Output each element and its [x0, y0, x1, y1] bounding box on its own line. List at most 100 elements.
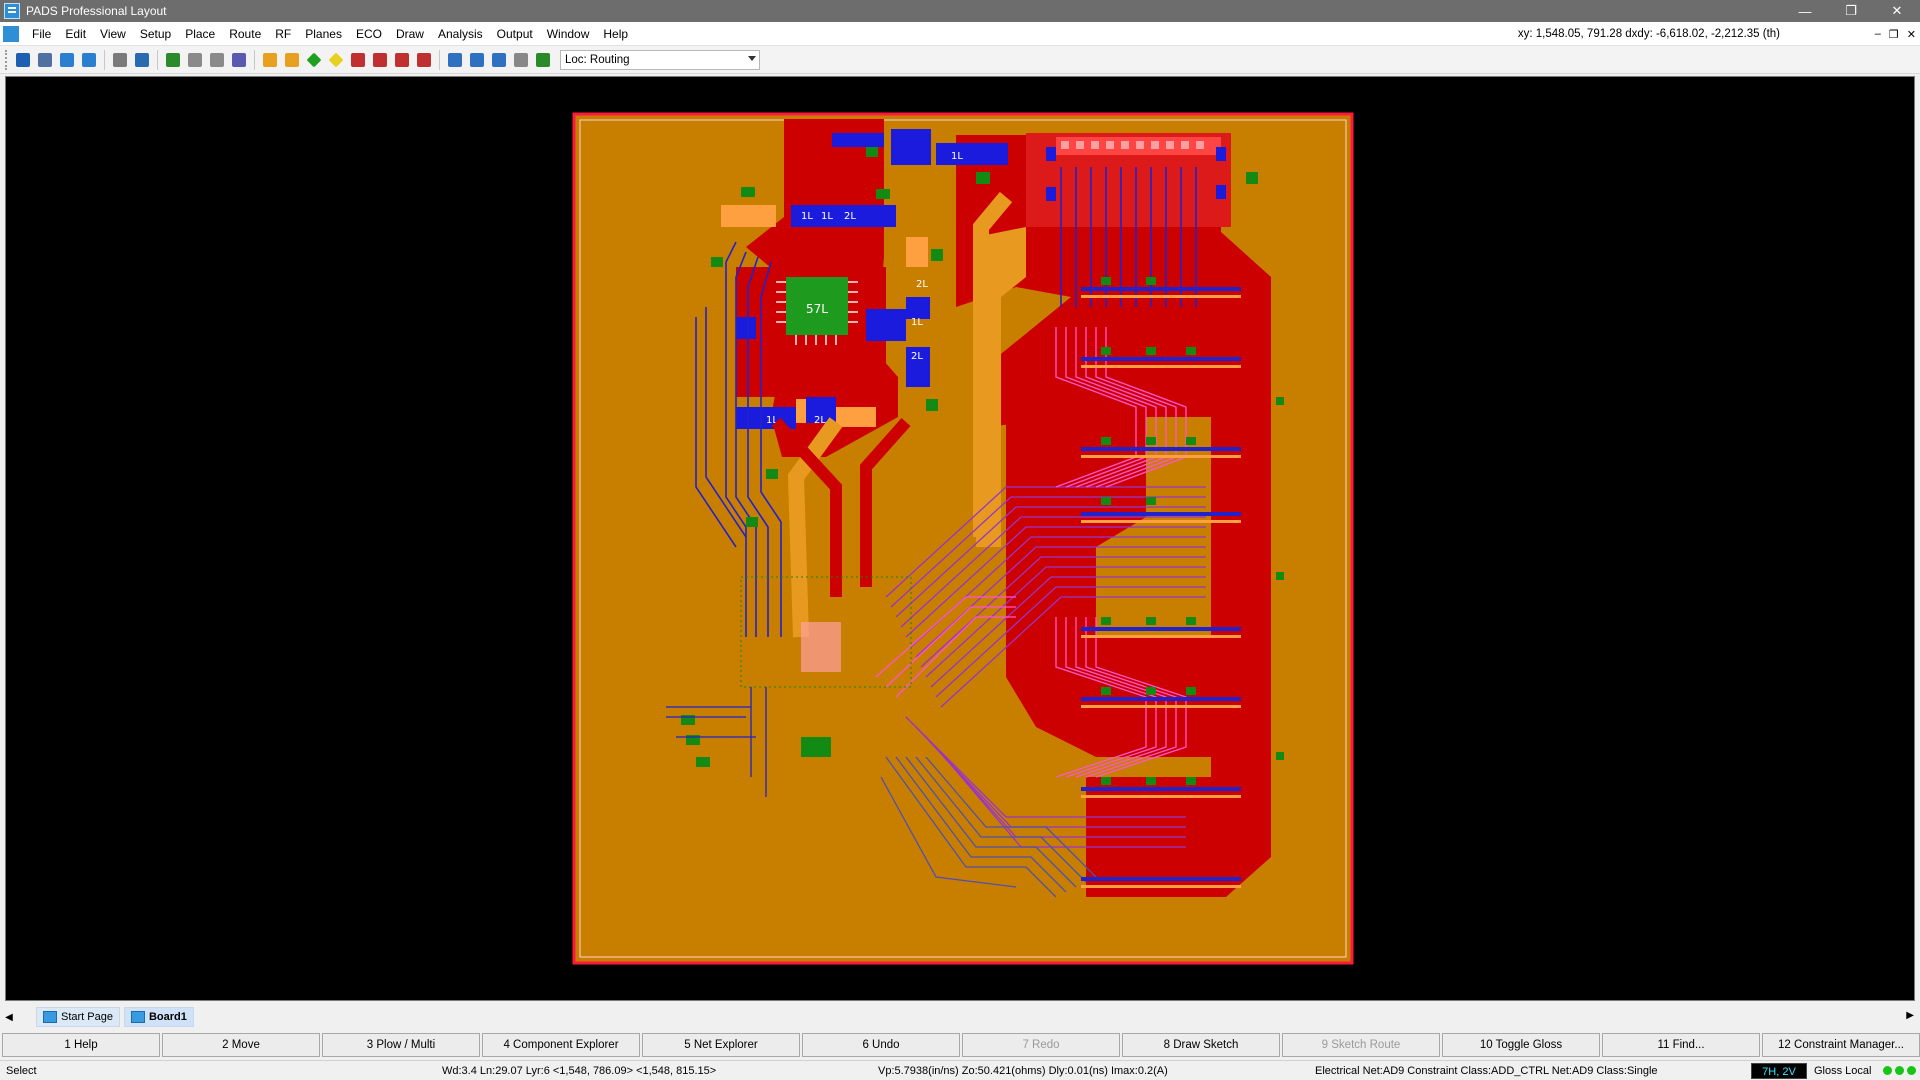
- pad-orange-2: [906, 237, 928, 267]
- tab-scroll-right-icon[interactable]: ▶: [1906, 1010, 1914, 1021]
- menu-edit[interactable]: Edit: [58, 22, 93, 46]
- start-page-icon: [43, 1011, 57, 1023]
- document-tab-bar: ◀ Start Page Board1 ▶: [0, 1004, 1920, 1030]
- menu-setup[interactable]: Setup: [133, 22, 178, 46]
- document-icon[interactable]: [3, 25, 19, 42]
- verify-button[interactable]: [533, 50, 553, 70]
- restore-button[interactable]: ❐: [1828, 0, 1874, 22]
- fkey-6-button[interactable]: 6 Undo: [802, 1033, 960, 1057]
- rev-button[interactable]: [392, 50, 412, 70]
- drc-icon: [351, 52, 365, 67]
- menu-rf[interactable]: RF: [268, 22, 298, 46]
- fkey-7-button[interactable]: 7 Redo: [962, 1033, 1120, 1057]
- print-icon: [514, 52, 528, 67]
- header-connector: [1056, 137, 1221, 155]
- fkey-1-button[interactable]: 1 Help: [2, 1033, 160, 1057]
- menu-place[interactable]: Place: [178, 22, 222, 46]
- chevron-down-icon: [748, 55, 756, 61]
- select-icon: [492, 52, 506, 67]
- menu-draw[interactable]: Draw: [389, 22, 431, 46]
- menu-route[interactable]: Route: [222, 22, 268, 46]
- mdi-close-button[interactable]: ✕: [1907, 28, 1916, 41]
- drc-diamond-button[interactable]: [304, 50, 324, 70]
- fkey-11-button[interactable]: 11 Find...: [1602, 1033, 1760, 1057]
- fkey-3-button[interactable]: 3 Plow / Multi: [322, 1033, 480, 1057]
- layer-indicator[interactable]: 7H, 2V: [1751, 1063, 1807, 1079]
- menu-window[interactable]: Window: [540, 22, 597, 46]
- locale-select[interactable]: Loc: Routing: [560, 49, 760, 70]
- pad-orange-1: [721, 205, 776, 227]
- move-button[interactable]: [132, 50, 152, 70]
- undo-button[interactable]: [57, 50, 77, 70]
- plow-button[interactable]: [207, 50, 227, 70]
- menu-analysis[interactable]: Analysis: [431, 22, 490, 46]
- status-net: Electrical Net:AD9 Constraint Class:ADD_…: [1315, 1065, 1658, 1077]
- rev-icon: [395, 52, 409, 67]
- pcb-canvas[interactable]: 57L 2L 1L 1L 2L 2L 1L 1L 2L 1L: [5, 76, 1915, 1001]
- menu-view[interactable]: View: [93, 22, 133, 46]
- route-button[interactable]: [185, 50, 205, 70]
- warning-diamond-button[interactable]: [326, 50, 346, 70]
- fkey-5-button[interactable]: 5 Net Explorer: [642, 1033, 800, 1057]
- fkey-8-button[interactable]: 8 Draw Sketch: [1122, 1033, 1280, 1057]
- menu-file[interactable]: File: [25, 22, 58, 46]
- tune-button[interactable]: [282, 50, 302, 70]
- status-bar: Select Wd:3.4 Ln:29.07 Lyr:6 <1,548, 786…: [0, 1060, 1920, 1080]
- close-button[interactable]: ✕: [1874, 0, 1920, 22]
- fkey-4-button[interactable]: 4 Component Explorer: [482, 1033, 640, 1057]
- warning-diamond-icon: [328, 52, 344, 67]
- check-button[interactable]: [370, 50, 390, 70]
- zoom-button[interactable]: [445, 50, 465, 70]
- menu-eco[interactable]: ECO: [349, 22, 389, 46]
- menu-bar: File Edit View Setup Place Route RF Planes ECO Dr…: [0, 22, 1920, 46]
- save-button[interactable]: [13, 50, 33, 70]
- ref-label: 2L: [911, 351, 923, 362]
- board-outline-button[interactable]: [163, 50, 183, 70]
- menu-output[interactable]: Output: [490, 22, 540, 46]
- status-cursor: Wd:3.4 Ln:29.07 Lyr:6 <1,548, 786.09> <1…: [442, 1065, 717, 1077]
- find-icon: [38, 52, 52, 67]
- fkey-9-button[interactable]: 9 Sketch Route: [1282, 1033, 1440, 1057]
- status-led-icon: [1883, 1066, 1892, 1075]
- mdi-minimize-button[interactable]: –: [1875, 28, 1881, 41]
- select-button[interactable]: [489, 50, 509, 70]
- app-icon: [4, 3, 20, 19]
- minimize-button[interactable]: —: [1782, 0, 1828, 22]
- tab-board1[interactable]: Board1: [123, 1007, 194, 1027]
- print-button[interactable]: [511, 50, 531, 70]
- toolbar-separator: [157, 49, 158, 70]
- verify-icon: [536, 52, 550, 67]
- find-button[interactable]: [35, 50, 55, 70]
- gloss-icon: [263, 52, 277, 67]
- menu-help[interactable]: Help: [596, 22, 635, 46]
- copy-button[interactable]: [467, 50, 487, 70]
- drc-button[interactable]: [348, 50, 368, 70]
- bga-pads: [801, 622, 841, 672]
- route-icon: [188, 52, 202, 67]
- redo-icon: [82, 52, 96, 67]
- review-icon: [417, 52, 431, 67]
- menu-planes[interactable]: Planes: [298, 22, 349, 46]
- tab-start-page[interactable]: Start Page: [36, 1007, 120, 1027]
- function-key-bar: 1 Help 2 Move 3 Plow / Multi 4 Component Ex…: [0, 1033, 1920, 1058]
- toolbar-separator: [439, 49, 440, 70]
- move-icon: [135, 52, 149, 67]
- review-button[interactable]: [414, 50, 434, 70]
- pcb-drawing: 57L 2L 1L 1L 2L 2L 1L 1L 2L 1L: [572, 112, 1354, 965]
- fkey-12-button[interactable]: 12 Constraint Manager...: [1762, 1033, 1920, 1057]
- tab-scroll-left-icon[interactable]: ◀: [0, 1012, 18, 1023]
- copy-icon: [470, 52, 484, 67]
- check-icon: [373, 52, 387, 67]
- tune-icon: [285, 52, 299, 67]
- ref-label: 1L: [801, 211, 813, 222]
- fanout-button[interactable]: [229, 50, 249, 70]
- redo-button[interactable]: [79, 50, 99, 70]
- gloss-button[interactable]: [260, 50, 280, 70]
- place-button[interactable]: [110, 50, 130, 70]
- fkey-2-button[interactable]: 2 Move: [162, 1033, 320, 1057]
- save-icon: [16, 52, 30, 67]
- fkey-10-button[interactable]: 10 Toggle Gloss: [1442, 1033, 1600, 1057]
- tab-label: Board1: [148, 1011, 187, 1023]
- mdi-restore-button[interactable]: ❐: [1889, 28, 1899, 41]
- toolbar-grip[interactable]: [5, 49, 9, 70]
